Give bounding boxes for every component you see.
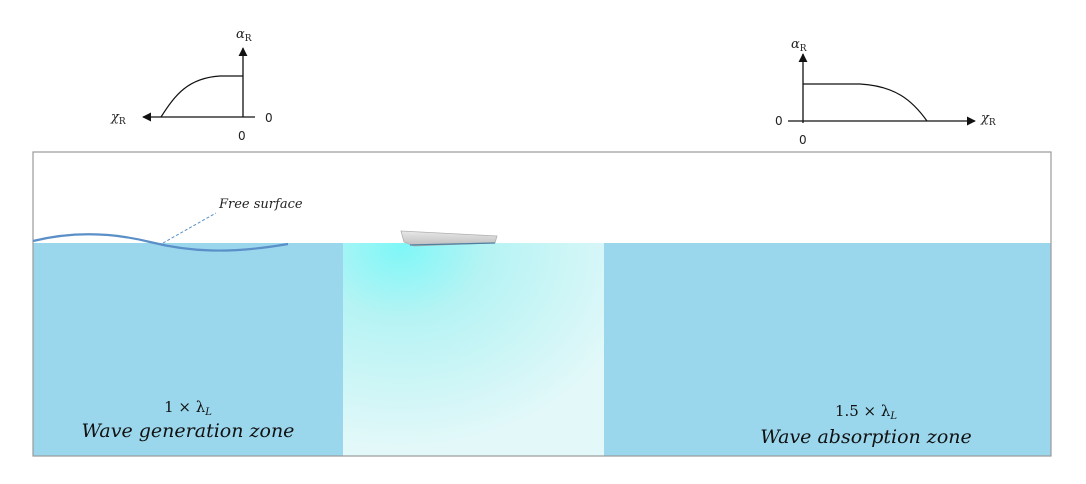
left-origin-x-label: 0 — [238, 129, 246, 143]
left-ramp-curve — [160, 75, 243, 118]
left-ramp-plot: αR χR 0 0 — [110, 27, 273, 143]
right-ramp-curve — [803, 83, 928, 122]
generation-zone-title: Wave generation zone — [82, 420, 295, 442]
free-surface-callout-line — [162, 212, 217, 244]
ship-hull — [400, 230, 498, 247]
right-y-label: αR — [791, 37, 807, 54]
water-middle-zone — [343, 243, 604, 456]
right-x-label: χR — [980, 111, 996, 128]
wave-tank-diagram: αR χR 0 0 αR χR 0 0 Free surface 1 × λL … — [32, 27, 1052, 457]
left-x-label: χR — [110, 110, 126, 127]
right-origin-y-label: 0 — [775, 114, 783, 128]
free-surface-label: Free surface — [218, 197, 303, 212]
right-ramp-plot: αR χR 0 0 — [775, 37, 996, 147]
numerical-tank: Free surface 1 × λL Wave generation zone… — [32, 151, 1052, 457]
right-origin-x-label: 0 — [799, 133, 807, 147]
generation-zone-length: 1 × λL — [164, 398, 212, 418]
water-absorption-zone — [604, 243, 1051, 456]
absorption-zone-length: 1.5 × λL — [835, 402, 897, 422]
left-y-label: αR — [236, 27, 252, 44]
absorption-zone-title: Wave absorption zone — [760, 426, 972, 448]
left-origin-y-label: 0 — [265, 111, 273, 125]
